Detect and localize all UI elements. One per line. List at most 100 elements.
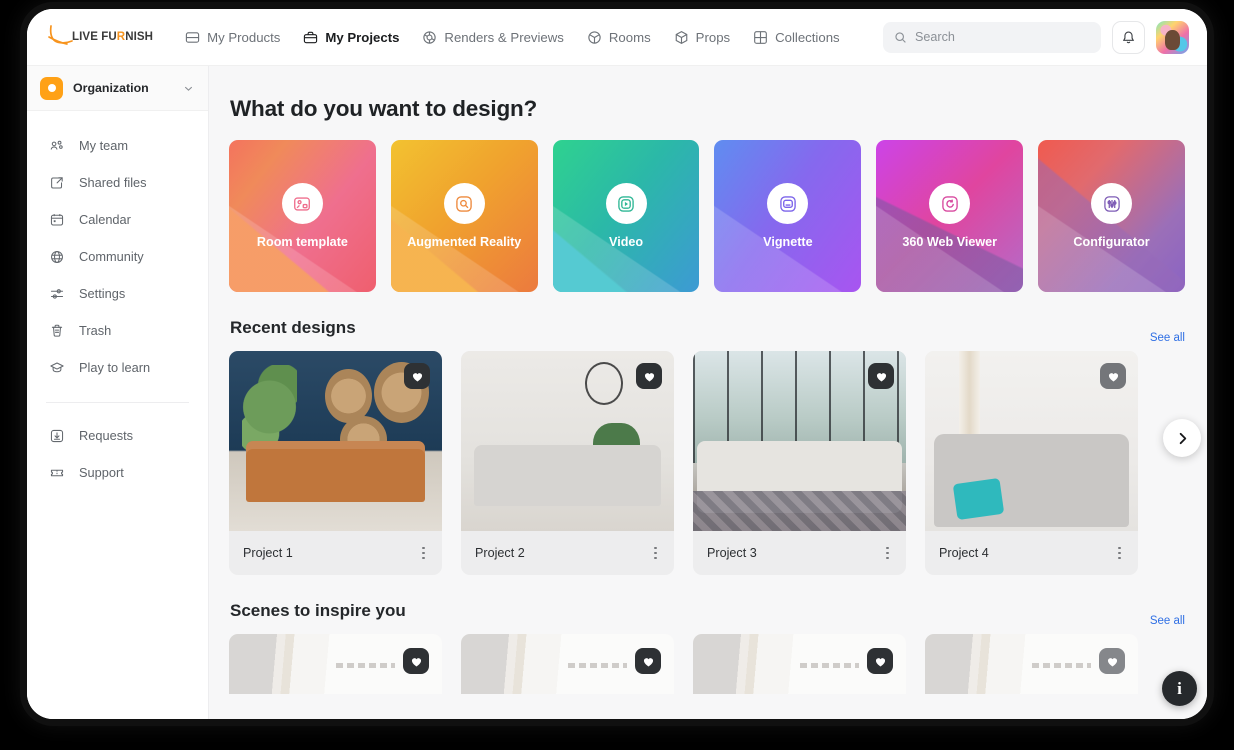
project-card[interactable]: Project 1 <box>229 351 442 575</box>
sidebar-item-play-to-learn[interactable]: Play to learn <box>27 349 208 386</box>
sidebar: Organization My team Shared files Calend… <box>27 66 209 719</box>
sidebar-item-label: Community <box>79 249 144 264</box>
favorite-button[interactable] <box>867 648 893 674</box>
project-card[interactable]: Project 4 <box>925 351 1138 575</box>
nav-item-props[interactable]: Props <box>664 23 740 52</box>
organization-switcher[interactable]: Organization <box>27 66 208 111</box>
design-type-label: Configurator <box>1073 235 1150 249</box>
heart-icon <box>875 657 885 666</box>
trash-icon <box>48 322 65 339</box>
kebab-menu-icon[interactable] <box>651 543 660 564</box>
rotate-360-icon <box>929 183 971 224</box>
device-frame: LIVE FURNISH My Products My Projects Ren… <box>27 9 1207 719</box>
nav-item-renders-previews[interactable]: Renders & Previews <box>412 23 573 52</box>
top-navigation-bar: LIVE FURNISH My Products My Projects Ren… <box>27 9 1207 66</box>
design-type-vignette[interactable]: Vignette <box>714 140 862 292</box>
sidebar-item-label: Settings <box>79 286 126 301</box>
carousel-next-button[interactable] <box>1163 419 1201 457</box>
recent-designs-row: Project 1 Project 2 Project 3 Project 4 <box>229 351 1201 575</box>
sidebar-item-label: Shared files <box>79 175 147 190</box>
scene-card[interactable] <box>229 634 442 694</box>
favorite-button[interactable] <box>868 363 894 389</box>
grid-icon <box>754 30 767 44</box>
sidebar-nav: My team Shared files Calendar Community … <box>27 111 208 491</box>
search-input[interactable]: Search <box>883 21 1101 53</box>
sidebar-item-requests[interactable]: Requests <box>27 417 208 454</box>
sidebar-item-community[interactable]: Community <box>27 238 208 275</box>
nav-label: My Products <box>207 29 281 45</box>
project-thumbnail <box>693 351 906 531</box>
favorite-button[interactable] <box>1100 363 1126 389</box>
nav-item-collections[interactable]: Collections <box>743 23 850 52</box>
favorite-button[interactable] <box>404 363 430 389</box>
search-icon <box>895 31 906 43</box>
decor-sofa <box>473 444 662 506</box>
app-logo[interactable]: LIVE FURNISH <box>45 24 153 50</box>
kebab-menu-icon[interactable] <box>883 543 892 564</box>
design-type-360-web-viewer[interactable]: 360 Web Viewer <box>876 140 1024 292</box>
scenes-row <box>229 634 1185 694</box>
sidebar-item-my-team[interactable]: My team <box>27 127 208 164</box>
favorite-button[interactable] <box>635 648 661 674</box>
sidebar-item-label: Requests <box>79 428 134 443</box>
sidebar-item-label: Play to learn <box>79 360 151 375</box>
sidebar-item-shared-files[interactable]: Shared files <box>27 164 208 201</box>
favorite-button[interactable] <box>403 648 429 674</box>
design-type-configurator[interactable]: Configurator <box>1038 140 1185 292</box>
nav-item-my-projects[interactable]: My Projects <box>293 23 409 52</box>
sidebar-item-support[interactable]: Support <box>27 454 208 491</box>
kebab-menu-icon[interactable] <box>419 543 428 564</box>
app-screen: LIVE FURNISH My Products My Projects Ren… <box>27 9 1207 719</box>
sidebar-item-calendar[interactable]: Calendar <box>27 201 208 238</box>
project-name: Project 1 <box>243 546 293 560</box>
kebab-menu-icon[interactable] <box>1115 543 1124 564</box>
nav-item-rooms[interactable]: Rooms <box>577 23 661 52</box>
project-thumbnail <box>229 351 442 531</box>
heart-icon <box>644 372 654 381</box>
sidebar-item-settings[interactable]: Settings <box>27 275 208 312</box>
project-footer: Project 3 <box>693 531 906 575</box>
organization-name: Organization <box>73 81 149 95</box>
decor-sofa <box>246 441 425 503</box>
chevron-right-icon <box>1179 432 1186 444</box>
calendar-icon <box>48 211 65 228</box>
page-title: What do you want to design? <box>230 96 538 121</box>
favorite-button[interactable] <box>636 363 662 389</box>
design-type-augmented-reality[interactable]: Augmented Reality <box>390 140 538 292</box>
bell-icon <box>1122 30 1135 43</box>
scenes-see-all-link[interactable]: See all <box>1150 615 1185 627</box>
info-button[interactable]: i <box>1162 671 1197 706</box>
nav-item-my-products[interactable]: My Products <box>175 23 290 52</box>
chevron-down-icon <box>184 86 193 91</box>
scene-card[interactable] <box>693 634 906 694</box>
package-icon <box>675 30 687 44</box>
nav-label: My Projects <box>325 29 400 45</box>
section-title: Scenes to inspire you <box>230 601 406 620</box>
project-thumbnail <box>461 351 674 531</box>
heart-icon <box>412 372 422 381</box>
design-type-label: 360 Web Viewer <box>902 235 998 249</box>
briefcase-icon <box>304 31 318 43</box>
share-icon <box>48 174 65 191</box>
main-content: What do you want to design? Room templat… <box>209 66 1207 719</box>
design-type-video[interactable]: Video <box>552 140 700 292</box>
sliders-icon <box>48 285 65 302</box>
scene-card[interactable] <box>925 634 1138 694</box>
project-card[interactable]: Project 2 <box>461 351 674 575</box>
sidebar-item-label: Support <box>79 465 124 480</box>
recent-see-all-link[interactable]: See all <box>1150 332 1185 344</box>
project-card[interactable]: Project 3 <box>693 351 906 575</box>
project-footer: Project 4 <box>925 531 1138 575</box>
design-type-grid: Room template Augmented Reality Video Vi… <box>229 140 1185 292</box>
notifications-button[interactable] <box>1112 20 1145 54</box>
aperture-icon <box>423 30 437 44</box>
heart-icon <box>1107 657 1117 666</box>
logo-text: LIVE FURNISH <box>72 31 154 43</box>
scene-card[interactable] <box>461 634 674 694</box>
sidebar-item-trash[interactable]: Trash <box>27 312 208 349</box>
sidebar-divider <box>46 402 189 403</box>
design-type-room-template[interactable]: Room template <box>229 140 376 292</box>
nav-label: Rooms <box>608 29 651 45</box>
favorite-button[interactable] <box>1099 648 1125 674</box>
user-avatar[interactable] <box>1156 20 1189 54</box>
